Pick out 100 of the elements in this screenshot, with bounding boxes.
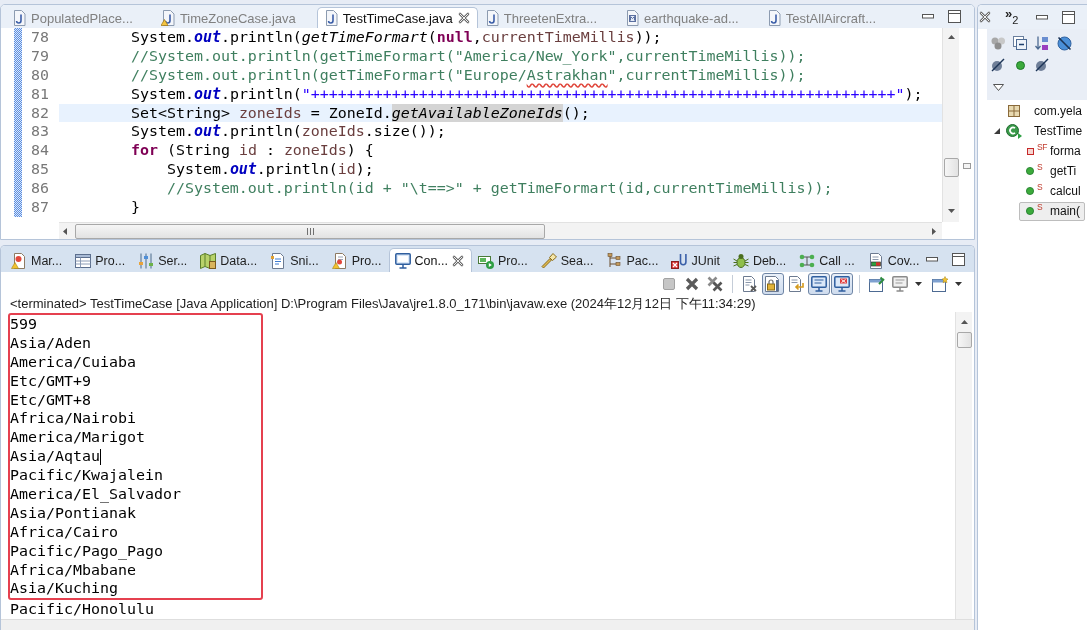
close-icon[interactable] — [451, 254, 464, 267]
file-tab[interactable]: earthquake-ad... — [618, 7, 760, 28]
caret-icon[interactable] — [955, 282, 962, 286]
console-line: 599 — [10, 315, 37, 334]
monitor-error-icon — [834, 276, 850, 292]
outline-item[interactable]: S main( — [1019, 201, 1085, 221]
file-tab[interactable]: TestTimeCase.java — [316, 7, 478, 28]
scroll-thumb[interactable] — [956, 332, 972, 348]
outline-item[interactable]: S getTi — [1019, 161, 1082, 181]
line-number: 79 — [30, 46, 49, 66]
code-line: } — [129, 198, 141, 217]
console-line: Asia/Pontianak — [10, 503, 136, 523]
double-x-icon — [707, 276, 723, 292]
view-tab[interactable]: Con... — [388, 248, 472, 272]
monitor-icon — [892, 276, 908, 292]
coverage-document-icon — [867, 252, 884, 269]
view-tab[interactable]: Pro... — [69, 248, 133, 272]
view-tab[interactable]: Sea... — [534, 248, 601, 272]
slashed-circle-icon[interactable] — [991, 58, 1005, 72]
scroll-down-icon[interactable] — [947, 209, 955, 213]
view-tab[interactable]: JUnit — [665, 248, 727, 272]
view-tab[interactable]: Pac... — [600, 248, 666, 272]
collapse-icon[interactable] — [1013, 36, 1027, 50]
file-tab[interactable]: PopulatedPlace... — [5, 7, 154, 28]
no-entry-icon[interactable] — [1056, 35, 1072, 51]
lock-document-icon — [765, 276, 781, 292]
slashed-circle-icon[interactable] — [1035, 58, 1049, 72]
console-line: Asia/Aden — [10, 333, 91, 353]
console-line: America/Marigot — [10, 428, 145, 448]
x-box-icon — [671, 252, 688, 269]
close-icon[interactable] — [457, 12, 470, 24]
close-icon[interactable] — [979, 11, 991, 23]
code-line: System.out.println("+++++++++++++++++++++++++++++++++++++++++++++++++++++++++++++++++"); — [129, 84, 924, 104]
overview-mark[interactable] — [962, 163, 971, 169]
console-line: Africa/Cairo — [10, 522, 118, 542]
view-tab[interactable]: Pro... — [325, 248, 389, 272]
outline-item[interactable]: SF forma — [1019, 141, 1086, 161]
caret-icon[interactable] — [915, 282, 922, 286]
expanded-arrow-icon[interactable] — [994, 128, 1000, 134]
spheres-icon[interactable] — [990, 36, 1006, 50]
modifier-label: SF — [1037, 143, 1048, 152]
view-tab[interactable]: Call ... — [793, 248, 862, 272]
code-line: //System.out.println(getTimeFormart("America/New_York",currentTimeMillis)); — [129, 46, 807, 66]
console-line: Asia/Kuching — [10, 579, 118, 599]
minimize-icon[interactable] — [926, 256, 939, 262]
x-icon — [685, 277, 699, 291]
toolbar-button[interactable] — [831, 273, 853, 295]
scroll-left-icon[interactable] — [63, 227, 67, 235]
view-tab[interactable]: Cov... — [861, 248, 927, 272]
scroll-right-icon[interactable] — [932, 227, 936, 235]
console-line: Asia/Aqtau — [10, 447, 100, 467]
scroll-thumb[interactable] — [943, 158, 959, 177]
view-menu-icon[interactable] — [992, 83, 1004, 91]
outline-item[interactable]: com.yela — [1003, 101, 1087, 121]
console-line: Pacific/Pago_Pago — [10, 541, 163, 561]
minimize-icon[interactable] — [922, 14, 934, 19]
line-number: 81 — [30, 84, 49, 104]
dot-icon[interactable] — [1015, 60, 1025, 70]
console-line: America/El_Salvador — [10, 485, 181, 504]
view-tab[interactable]: Mar... — [5, 248, 70, 272]
monitor-icon — [811, 276, 827, 292]
view-tab[interactable]: Pro... — [471, 248, 535, 272]
console-line: Etc/GMT+8 — [10, 390, 91, 410]
view-tab[interactable]: Deb... — [726, 248, 794, 272]
line-number: 87 — [30, 198, 49, 217]
toolbar-button[interactable] — [929, 273, 951, 295]
scroll-up-icon[interactable] — [960, 320, 968, 324]
scroll-thumb[interactable] — [75, 223, 545, 239]
console-line: Pacific/Kwajalein — [10, 466, 163, 486]
nodes-icon — [799, 252, 816, 269]
new-window-icon — [932, 276, 948, 292]
file-tab[interactable]: TimeZoneCase.java — [153, 7, 317, 28]
c-circle-icon — [1006, 123, 1022, 139]
view-tab[interactable]: Sni... — [264, 248, 326, 272]
warning-document-icon — [331, 252, 348, 269]
console-line: Africa/Mbabane — [10, 560, 136, 580]
toolbar-button[interactable] — [762, 273, 784, 295]
line-number: 86 — [30, 179, 49, 198]
console-line: Etc/GMT+9 — [10, 371, 91, 391]
maximize-icon[interactable] — [952, 252, 966, 266]
minimize-icon[interactable] — [1036, 14, 1048, 20]
outline-item[interactable]: TestTime — [1003, 121, 1087, 141]
marker-document-icon — [11, 252, 27, 269]
toolbar-button[interactable] — [808, 273, 830, 295]
scroll-up-icon[interactable] — [947, 35, 955, 39]
maximize-icon[interactable] — [1062, 10, 1075, 24]
file-tab[interactable]: TestAllAircraft... — [759, 7, 898, 28]
code-line: System.out.println(zoneIds.size()); — [129, 122, 447, 142]
sort-icon[interactable] — [1035, 35, 1049, 51]
maximize-icon[interactable] — [948, 10, 961, 23]
stop-icon — [663, 278, 675, 290]
map-icon — [200, 252, 217, 269]
outline-item[interactable]: S calcul — [1019, 181, 1086, 201]
sliders-icon — [138, 252, 155, 269]
line-number: 83 — [30, 122, 49, 142]
grid-icon — [1008, 105, 1020, 117]
view-tab[interactable]: Data... — [194, 248, 265, 272]
view-tab[interactable]: Ser... — [132, 248, 195, 272]
process-status-label: <terminated> TestTimeCase [Java Application] D:\Program Files\Java\jre1.8.0_171\bin\javaw.exe (2024年12月12日 下午11:34:29) — [9, 296, 757, 312]
line-number: 80 — [30, 65, 49, 85]
